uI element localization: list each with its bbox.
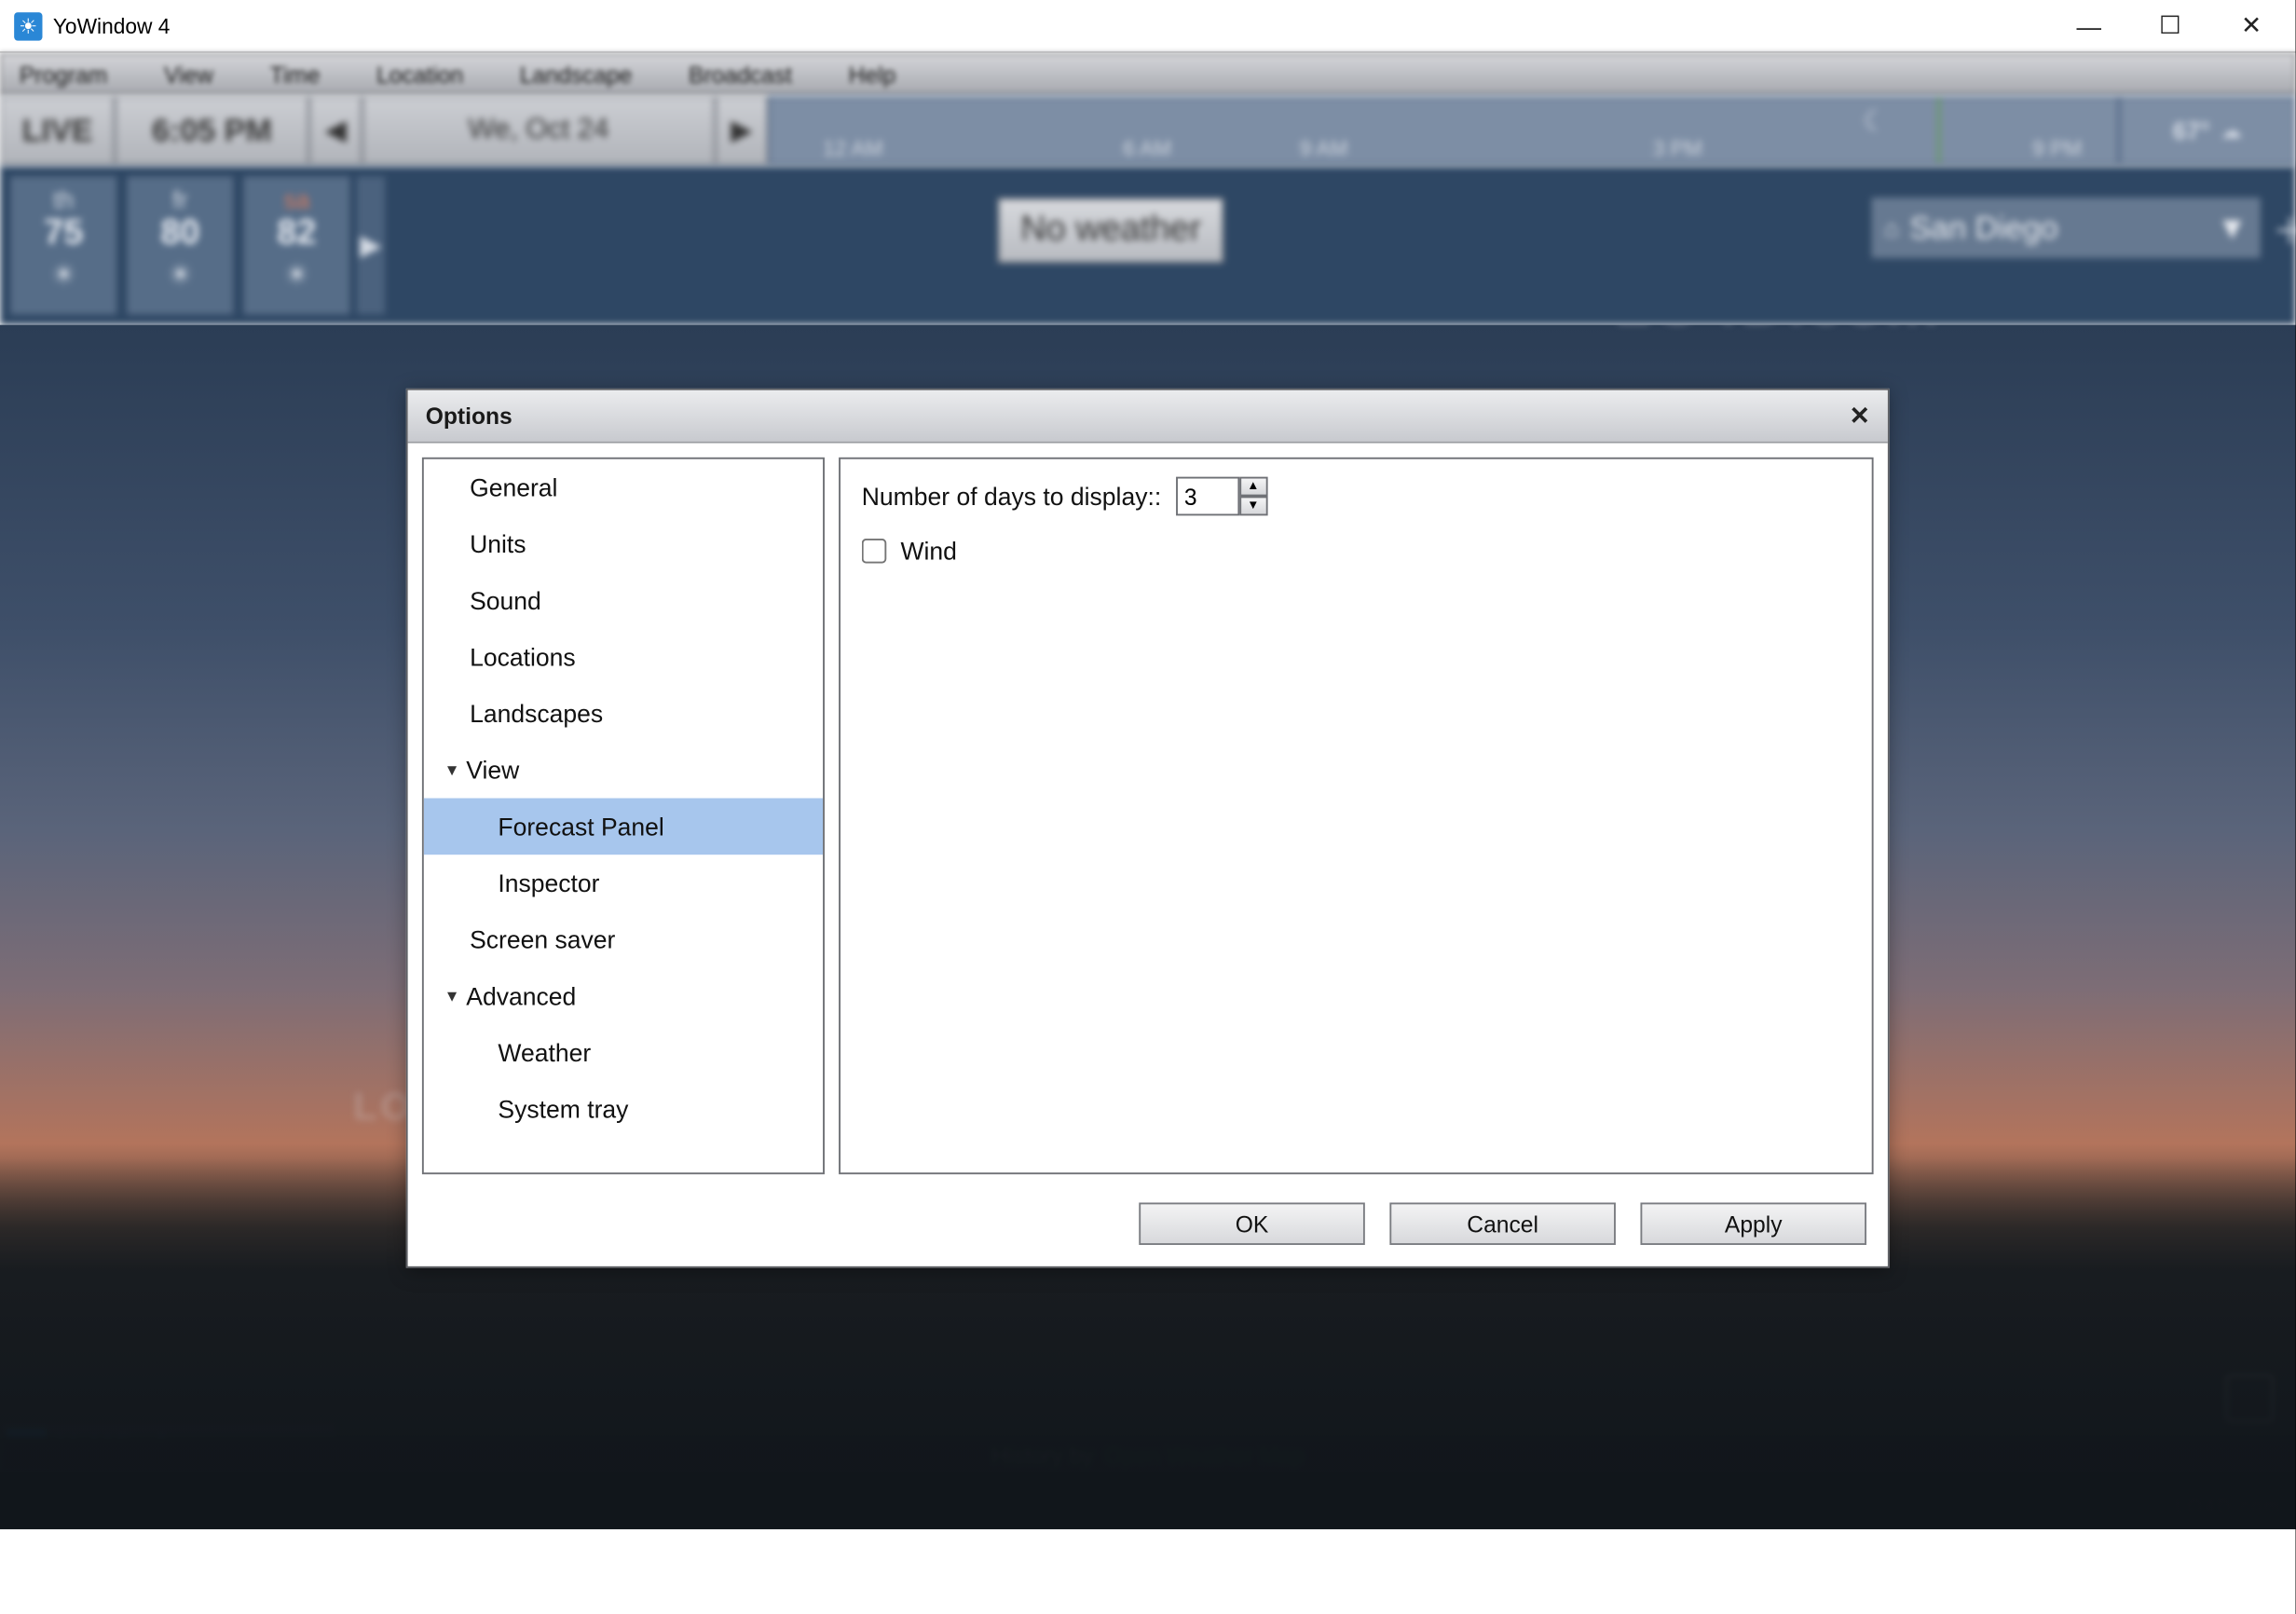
- menubar: Program View Time Location Landscape Bro…: [0, 53, 2296, 95]
- sun-icon: ☀: [284, 258, 309, 294]
- sun-icon: ☀: [51, 258, 76, 294]
- date-display[interactable]: We, Oct 24: [362, 95, 715, 166]
- tree-item-system-tray[interactable]: System tray: [424, 1081, 823, 1138]
- forecast-day[interactable]: fr 80 ☀: [127, 177, 233, 315]
- more-days-button[interactable]: ▶: [357, 177, 385, 315]
- chevron-down-icon: ▼: [2217, 210, 2248, 247]
- tree-item-view[interactable]: View: [424, 742, 823, 799]
- tree-item-advanced[interactable]: Advanced: [424, 967, 823, 1024]
- no-weather-badge: No weather: [998, 198, 1224, 263]
- day-label: fr: [172, 185, 187, 213]
- days-stepper[interactable]: ▲ ▼: [1175, 477, 1267, 516]
- add-location-button[interactable]: ＋: [2263, 198, 2296, 257]
- timeline-tick: 9 PM: [2032, 136, 2082, 161]
- ok-button[interactable]: OK: [1139, 1202, 1365, 1244]
- live-button[interactable]: LIVE: [0, 95, 115, 166]
- menu-help[interactable]: Help: [849, 61, 896, 87]
- brand-name: YoWindow: [57, 1429, 206, 1467]
- timeline-tick: 6 AM: [1123, 136, 1171, 161]
- current-temp: 67° ☁: [2119, 95, 2296, 166]
- menu-broadcast[interactable]: Broadcast: [689, 61, 792, 87]
- menu-time[interactable]: Time: [270, 61, 321, 87]
- history-bar: History by Open Weather Map: [0, 1438, 2296, 1473]
- minimize-button[interactable]: —: [2048, 0, 2129, 52]
- titlebar: ☀ YoWindow 4 — ☐ ✕: [0, 0, 2296, 53]
- close-button[interactable]: ✕: [2211, 0, 2292, 52]
- tree-item-forecast-panel[interactable]: Forecast Panel: [424, 799, 823, 855]
- moon-icon: ☾: [1863, 104, 1888, 161]
- watermark: LO4D.com: [1614, 325, 1943, 341]
- tree-item-inspector[interactable]: Inspector: [424, 855, 823, 911]
- date-nav: ◀ We, Oct 24 ▶: [309, 95, 769, 166]
- cancel-button[interactable]: Cancel: [1389, 1202, 1616, 1244]
- menu-program[interactable]: Program: [20, 61, 107, 87]
- options-dialog: Options ✕ General Units Sound Locations …: [406, 389, 1890, 1268]
- location-select[interactable]: ⌂ San Diego ▼: [1872, 198, 2261, 257]
- footer-bar: LO4D.com: [0, 1472, 2296, 1529]
- tree-item-landscapes[interactable]: Landscapes: [424, 685, 823, 742]
- options-tree: General Units Sound Locations Landscapes…: [422, 458, 825, 1174]
- wind-label: Wind: [900, 537, 956, 565]
- location-name: San Diego: [1909, 210, 2057, 247]
- tree-item-locations[interactable]: Locations: [424, 629, 823, 686]
- forecast-day[interactable]: th 75 ☀: [10, 177, 116, 315]
- options-title: Options: [426, 403, 512, 429]
- timeline[interactable]: 12 AM 6 AM 9 AM 3 PM 9 PM ☾: [768, 95, 2119, 166]
- menu-landscape[interactable]: Landscape: [520, 61, 633, 87]
- day-temp: 75: [44, 213, 83, 254]
- options-titlebar[interactable]: Options ✕: [408, 390, 1888, 444]
- brand-bar: ☀ YoWindow: [0, 1423, 335, 1472]
- days-label: Number of days to display::: [862, 482, 1161, 510]
- days-spin-up[interactable]: ▲: [1239, 477, 1267, 497]
- fullscreen-icon[interactable]: [2225, 1374, 2275, 1423]
- timeline-tick: 9 AM: [1300, 136, 1348, 161]
- apply-button[interactable]: Apply: [1640, 1202, 1866, 1244]
- tree-item-screen-saver[interactable]: Screen saver: [424, 911, 823, 968]
- brand-icon: ☀: [7, 1429, 47, 1468]
- tree-item-general[interactable]: General: [424, 459, 823, 516]
- menu-view[interactable]: View: [164, 61, 213, 87]
- home-icon: ⌂: [1884, 213, 1899, 241]
- forecast-row: th 75 ☀ fr 80 ☀ sa 82 ☀ ▶ No weather ⌂ S…: [0, 166, 2296, 325]
- tree-item-units[interactable]: Units: [424, 515, 823, 572]
- app-icon: ☀: [14, 11, 42, 39]
- cloud-icon: ☁: [2221, 118, 2242, 144]
- sun-icon: ☀: [168, 258, 193, 294]
- history-label: History by: [991, 1442, 1094, 1468]
- menu-location[interactable]: Location: [376, 61, 463, 87]
- timeline-tick: 3 PM: [1653, 136, 1702, 161]
- toolbar: LIVE 6:05 PM ◀ We, Oct 24 ▶ 12 AM 6 AM 9…: [0, 95, 2296, 166]
- days-input[interactable]: [1175, 477, 1238, 516]
- day-label: th: [53, 185, 74, 213]
- wind-checkbox[interactable]: [862, 539, 887, 564]
- options-panel: Number of days to display:: ▲ ▼ Wind: [839, 458, 1873, 1174]
- day-temp: 82: [277, 213, 316, 254]
- options-buttons: OK Cancel Apply: [408, 1188, 1888, 1265]
- day-label: sa: [283, 185, 309, 213]
- days-spin-down[interactable]: ▼: [1239, 496, 1267, 515]
- date-prev-button[interactable]: ◀: [309, 95, 362, 166]
- timeline-tick: 12 AM: [823, 136, 882, 161]
- temp-value: 67°: [2173, 116, 2210, 144]
- tree-item-weather[interactable]: Weather: [424, 1024, 823, 1081]
- app-title: YoWindow 4: [53, 13, 171, 38]
- footer-watermark: LO4D.com: [2175, 1498, 2282, 1519]
- day-temp: 80: [160, 213, 199, 254]
- maximize-button[interactable]: ☐: [2129, 0, 2210, 52]
- time-display[interactable]: 6:05 PM: [115, 95, 308, 166]
- tree-item-sound[interactable]: Sound: [424, 572, 823, 629]
- forecast-day[interactable]: sa 82 ☀: [244, 177, 350, 315]
- options-close-button[interactable]: ✕: [1850, 401, 1870, 431]
- timeline-now-marker: [1937, 97, 1941, 164]
- history-provider[interactable]: Open Weather Map: [1104, 1442, 1305, 1468]
- date-next-button[interactable]: ▶: [715, 95, 768, 166]
